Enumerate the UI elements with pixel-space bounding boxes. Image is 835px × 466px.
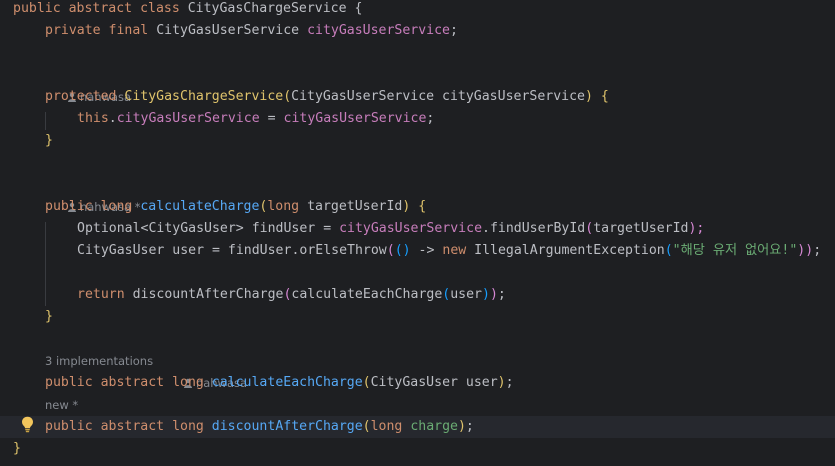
code-line-class-declaration[interactable]: public abstract class CityGasChargeServi… xyxy=(13,0,835,20)
code-line-abstract-calculate-each-charge[interactable]: public abstract long calculateEachCharge… xyxy=(45,372,835,394)
code-line-or-else-throw[interactable]: CityGasUser user = findUser.orElseThrow(… xyxy=(77,240,835,262)
code-line-field-declaration[interactable]: private final CityGasUserService cityGas… xyxy=(45,20,835,42)
codevision-author-hint[interactable]: nahwasa * xyxy=(45,174,140,214)
code-line-close-brace[interactable]: } xyxy=(45,306,835,328)
code-line-class-close-brace[interactable]: } xyxy=(13,438,835,460)
code-line-method-calculate-charge[interactable]: public long calculateCharge(long targetU… xyxy=(45,196,835,218)
codevision-new-hint[interactable]: new * xyxy=(45,394,78,416)
codevision-implementations-hint[interactable]: 3 implementations nahwasa xyxy=(45,350,345,390)
code-line-find-user[interactable]: Optional<CityGasUser> findUser = cityGas… xyxy=(77,218,835,240)
lightbulb-icon[interactable] xyxy=(21,416,34,433)
implementations-link[interactable]: 3 implementations xyxy=(45,350,153,372)
code-line-abstract-discount-after-charge[interactable]: public abstract long discountAfterCharge… xyxy=(0,416,835,438)
code-line-assignment[interactable]: this.cityGasUserService = cityGasUserSer… xyxy=(77,108,835,130)
code-editor[interactable]: public abstract class CityGasChargeServi… xyxy=(0,0,835,466)
codevision-author-hint[interactable]: nahwasa xyxy=(45,64,131,104)
code-line-return[interactable]: return discountAfterCharge(calculateEach… xyxy=(77,284,835,306)
code-line-constructor[interactable]: protected CityGasChargeService(CityGasUs… xyxy=(45,86,835,108)
code-line-close-brace[interactable]: } xyxy=(45,130,835,152)
